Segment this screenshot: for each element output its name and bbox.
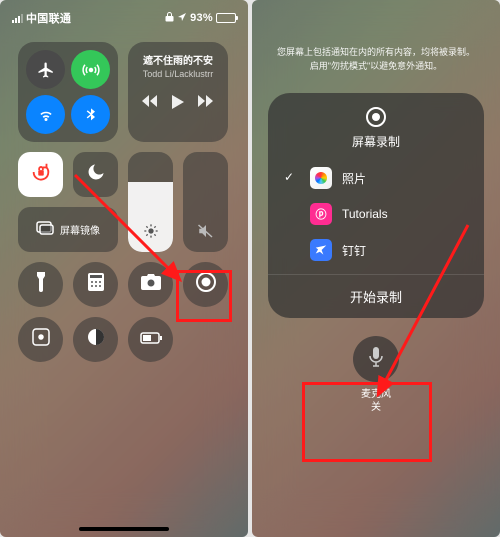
record-icon (366, 107, 386, 127)
app-option-photos[interactable]: ✓ 照片 (284, 160, 468, 196)
airplane-mode-toggle[interactable] (26, 50, 65, 89)
connectivity-panel[interactable] (18, 42, 118, 142)
flashlight-button[interactable] (18, 262, 63, 307)
status-bar: 中国联通 93% (0, 0, 248, 30)
carrier-label: 中国联通 (26, 10, 71, 26)
microphone-label: 麦克风 关 (252, 388, 500, 414)
rewind-icon[interactable] (142, 95, 158, 112)
bluetooth-toggle[interactable] (71, 95, 110, 134)
volume-slider[interactable] (183, 152, 228, 252)
app-label: 照片 (342, 170, 366, 187)
microphone-toggle[interactable] (353, 336, 399, 382)
orientation-lock-icon (30, 161, 52, 188)
calculator-icon (88, 273, 104, 296)
brightness-icon (128, 223, 173, 244)
checkmark-icon: ✓ (284, 170, 300, 186)
camera-icon (141, 274, 161, 295)
app-label: 钉钉 (342, 242, 366, 259)
moon-icon (86, 162, 106, 187)
home-icon (32, 328, 50, 351)
app-option-dingtalk[interactable]: ✓ 钉钉 (284, 232, 468, 268)
control-center-screenshot-left: 中国联通 93% (0, 0, 248, 537)
dark-mode-button[interactable] (73, 317, 118, 362)
screen-record-sheet-screenshot-right: 您屏幕上包括通知在内的所有内容，均将被录制。 启用"勿扰模式"以避免意外通知。 … (252, 0, 500, 537)
home-indicator[interactable] (79, 527, 169, 531)
track-artist: Todd Li/Lacklustrr (136, 69, 220, 79)
now-playing-panel[interactable]: 遮不住雨的不安 Todd Li/Lacklustrr (128, 42, 228, 142)
tutorials-app-icon: ⓟ (310, 203, 332, 225)
play-icon[interactable] (172, 95, 184, 112)
battery-saver-icon (140, 331, 162, 349)
record-icon (196, 272, 216, 297)
flashlight-icon (35, 272, 47, 297)
screen-mirroring-label: 屏幕镜像 (60, 222, 100, 237)
volume-mute-icon (183, 223, 228, 244)
home-button[interactable] (18, 317, 63, 362)
low-power-button[interactable] (128, 317, 173, 362)
dingtalk-app-icon (310, 239, 332, 261)
track-title: 遮不住雨的不安 (136, 52, 220, 67)
screen-mirroring-icon (36, 221, 54, 238)
forward-icon[interactable] (198, 95, 214, 112)
location-icon (177, 12, 187, 25)
battery-icon (216, 13, 236, 23)
camera-button[interactable] (128, 262, 173, 307)
screen-mirroring-button[interactable]: 屏幕镜像 (18, 207, 118, 252)
signal-bars-icon (12, 14, 23, 23)
recording-notice: 您屏幕上包括通知在内的所有内容，均将被录制。 启用"勿扰模式"以避免意外通知。 (252, 0, 500, 73)
photos-app-icon (310, 167, 332, 189)
wifi-toggle[interactable] (26, 95, 65, 134)
screen-record-sheet: 屏幕录制 ✓ 照片 ✓ ⓟ Tutorials ✓ (268, 93, 484, 318)
calculator-button[interactable] (73, 262, 118, 307)
start-recording-button[interactable]: 开始录制 (268, 274, 484, 318)
microphone-icon (367, 346, 385, 373)
brightness-slider[interactable] (128, 152, 173, 252)
screen-record-button[interactable] (183, 262, 228, 307)
do-not-disturb-toggle[interactable] (73, 152, 118, 197)
app-label: Tutorials (342, 207, 388, 221)
orientation-lock-toggle[interactable] (18, 152, 63, 197)
app-option-tutorials[interactable]: ✓ ⓟ Tutorials (284, 196, 468, 232)
lock-icon (165, 11, 174, 25)
dark-mode-icon (87, 328, 105, 351)
sheet-title: 屏幕录制 (268, 133, 484, 150)
battery-percent: 93% (190, 12, 213, 24)
cellular-data-toggle[interactable] (71, 50, 110, 89)
